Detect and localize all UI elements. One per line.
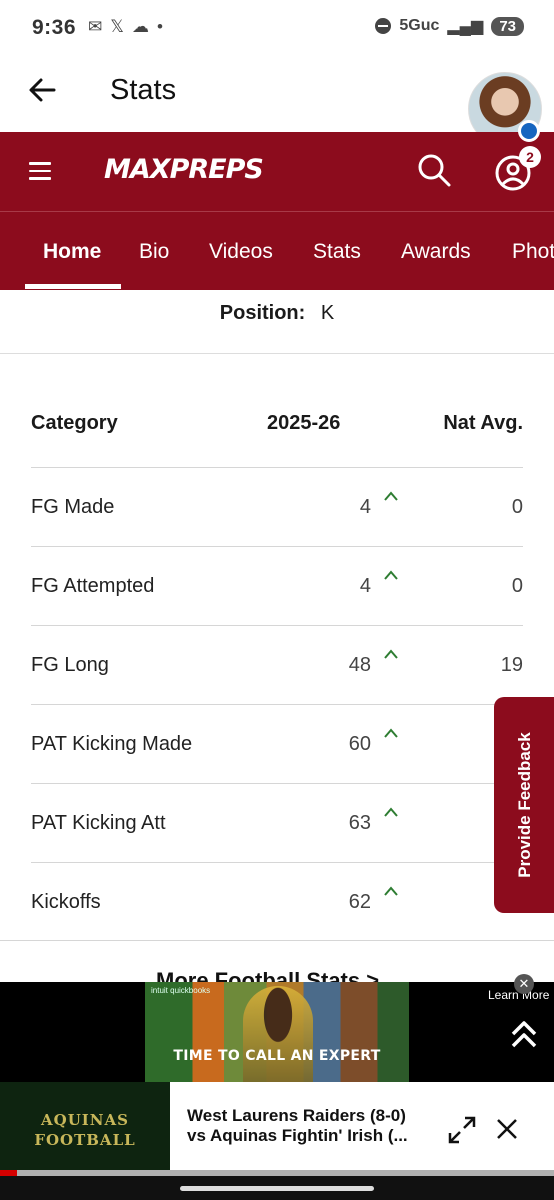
row-category: Kickoffs: [31, 891, 101, 913]
trend-up-icon: [384, 807, 398, 817]
maxpreps-header: MAXPREPS: [0, 132, 554, 212]
page-title: Stats: [110, 74, 177, 106]
tab-home[interactable]: Home: [43, 240, 101, 264]
header-nat-avg: Nat Avg.: [443, 412, 523, 434]
status-time: 9:36: [32, 16, 77, 39]
status-bar: 9:36 ✉ 𝕏 ☁ • 5Guc ▂▄▆ 73: [0, 0, 554, 56]
table-row: Kickoffs 62: [31, 863, 523, 942]
battery-badge: 73: [491, 16, 524, 36]
x-icon: 𝕏: [110, 17, 124, 36]
ad-caption: TIME TO CALL AN EXPERT: [173, 1048, 381, 1064]
row-nat-avg: 0: [511, 496, 523, 518]
header-season: 2025-26: [267, 412, 341, 434]
stats-table: Category 2025-26 Nat Avg. FG Made 4 0 FG…: [31, 390, 523, 942]
row-category: PAT Kicking Made: [31, 733, 193, 755]
search-icon[interactable]: [416, 152, 452, 188]
double-chevron-up-icon[interactable]: [510, 1018, 538, 1050]
row-nat-avg: 0: [511, 575, 523, 597]
dot-icon: •: [156, 17, 163, 36]
video-thumbnail[interactable]: AQUINAS FOOTBALL: [0, 1082, 170, 1172]
ad-banner[interactable]: intuit quickbooks TIME TO CALL AN EXPERT…: [0, 974, 554, 1082]
tab-photos[interactable]: Photos: [512, 240, 554, 264]
active-tab-indicator: [25, 284, 121, 289]
trend-up-icon: [384, 728, 398, 738]
expand-icon[interactable]: [446, 1114, 478, 1146]
ad-brand: intuit quickbooks: [151, 986, 211, 995]
row-season-value: 4: [359, 575, 371, 597]
ad-image[interactable]: intuit quickbooks TIME TO CALL AN EXPERT: [145, 982, 409, 1082]
ad-close-button[interactable]: ✕: [514, 974, 534, 994]
profile-tabs: Home Bio Videos Stats Awards Photos: [0, 212, 554, 290]
mini-video-player[interactable]: AQUINAS FOOTBALL West Laurens Raiders (8…: [0, 1082, 554, 1172]
table-row: FG Made 4 0: [31, 468, 523, 547]
back-arrow-icon[interactable]: [24, 70, 64, 110]
row-category: FG Made: [31, 496, 115, 518]
signal-icon: ▂▄▆: [447, 18, 484, 35]
row-season-value: 48: [348, 654, 371, 676]
home-gesture-pill[interactable]: [180, 1186, 374, 1191]
row-category: PAT Kicking Att: [31, 812, 166, 834]
table-row: FG Attempted 4 0: [31, 547, 523, 626]
trend-up-icon: [384, 570, 398, 580]
status-right: 5Guc ▂▄▆ 73: [375, 16, 524, 36]
table-row: PAT Kicking Made 60: [31, 705, 523, 784]
tab-stats[interactable]: Stats: [313, 240, 361, 264]
row-category: FG Long: [31, 654, 109, 676]
chat-badge-icon: [518, 120, 540, 142]
tab-videos[interactable]: Videos: [209, 240, 273, 264]
position-value: K: [320, 302, 335, 324]
row-nat-avg: 19: [500, 654, 523, 676]
trend-up-icon: [384, 491, 398, 501]
trend-up-icon: [384, 886, 398, 896]
app-bar: Stats: [0, 56, 554, 146]
row-season-value: 62: [348, 891, 371, 913]
table-row: FG Long 48 19: [31, 626, 523, 705]
header-category: Category: [31, 412, 118, 434]
row-season-value: 60: [348, 733, 371, 755]
tab-bio[interactable]: Bio: [139, 240, 169, 264]
maxpreps-logo[interactable]: MAXPREPS: [104, 154, 264, 185]
provide-feedback-button[interactable]: Provide Feedback: [494, 697, 554, 913]
position-label: Position:: [219, 302, 306, 324]
notification-count-badge: 2: [519, 146, 541, 168]
divider: [0, 940, 554, 941]
notification-icons: ✉ 𝕏 ☁ •: [88, 17, 163, 37]
tab-awards[interactable]: Awards: [401, 240, 471, 264]
cloud-icon: ☁: [131, 17, 149, 36]
row-category: FG Attempted: [31, 575, 155, 597]
trend-up-icon: [384, 649, 398, 659]
table-row: PAT Kicking Att 63: [31, 784, 523, 863]
network-label: 5Guc: [399, 17, 440, 34]
video-title[interactable]: West Laurens Raiders (8-0) vs Aquinas Fi…: [187, 1106, 427, 1146]
table-header: Category 2025-26 Nat Avg.: [31, 390, 523, 468]
row-season-value: 4: [359, 496, 371, 518]
position-row: Position: K: [0, 290, 554, 354]
dnd-icon: [375, 18, 392, 34]
row-season-value: 63: [348, 812, 371, 834]
menu-icon[interactable]: [29, 162, 51, 180]
mail-icon: ✉: [88, 17, 103, 36]
close-icon[interactable]: [494, 1116, 520, 1142]
thumbnail-text: AQUINAS FOOTBALL: [34, 1111, 136, 1149]
feedback-label: Provide Feedback: [515, 732, 534, 878]
system-nav-bar: [0, 1176, 554, 1200]
ad-person-image: [243, 986, 313, 1082]
